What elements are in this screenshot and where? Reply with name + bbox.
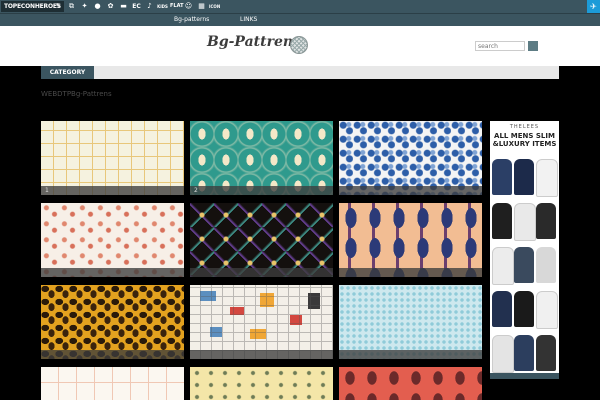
tile-caption-bar: 1 [41,186,184,195]
shirt-image [514,203,536,241]
nav-bg-patterns[interactable]: Bg-patterns [174,14,209,26]
sub-nav: Bg-patterns LINKS [0,13,600,26]
shirt-image [536,203,556,239]
copy-icon[interactable]: ⧉ [66,1,77,12]
shirt-image [536,247,556,283]
pattern-tile[interactable]: 1 [41,121,184,195]
ad-line-1: ALL MENS SLIM [494,132,555,140]
search-input[interactable] [475,41,525,51]
pattern-tile[interactable] [190,203,333,277]
top-icons: ✎ ⧉ ✦ ● ✿ ▬ EC ♪ KIDS FLAT ☺ ▦ ICON [53,0,221,13]
tile-lines [190,285,333,359]
nav-links[interactable]: LINKS [240,14,257,26]
pattern-tile[interactable]: 2 [190,121,333,195]
shirt-image [536,159,558,197]
shirt-image [514,159,534,195]
pattern-tile[interactable] [41,203,184,277]
ad-header: THELEES ALL MENS SLIM &LUXURY ITEMS [490,121,559,159]
chat-icon[interactable]: ● [92,1,103,12]
tile-caption-bar [339,350,482,359]
flower-icon[interactable]: ✿ [105,1,116,12]
header: Bg-Pattrens [0,26,600,66]
pattern-tile[interactable] [41,367,184,400]
pattern-tile[interactable] [339,121,482,195]
shirt-image [492,203,512,239]
pattern-tile[interactable] [339,367,482,400]
shirt-image [492,159,512,195]
pattern-tile[interactable] [190,285,333,359]
pattern-tile[interactable] [339,203,482,277]
figure-icon[interactable]: ✦ [79,1,90,12]
shirt-image [536,335,556,371]
ad-brand: THELEES [509,124,540,130]
shirt-image [514,335,534,371]
top-bar: TOPECONHEROES ✎ ⧉ ✦ ● ✿ ▬ EC ♪ KIDS FLAT… [0,0,600,13]
tile-caption-bar [339,186,482,195]
shirt-image [536,291,558,329]
ad-footer [490,373,559,379]
flat-icon[interactable]: FLAT [170,1,184,12]
shirt-image [514,291,534,327]
smiley-icon[interactable]: ☺ [183,1,194,12]
icon-text-icon[interactable]: ICON [209,1,220,12]
tile-number: 2 [194,187,198,194]
pattern-tile[interactable] [190,367,333,400]
ad-line-2: &LUXURY ITEMS [492,140,557,148]
category-bar: CATEGORY [41,66,559,79]
pattern-tile[interactable] [41,285,184,359]
tile-caption-bar [190,268,333,277]
music-icon[interactable]: ♪ [144,1,155,12]
breadcrumb[interactable]: WEBDTPBg-Pattrens [41,90,112,98]
tile-caption-bar: 2 [190,186,333,195]
tile-number: 1 [45,187,49,194]
site-logo[interactable]: Bg-Pattrens [207,34,301,50]
side-ad[interactable]: THELEES ALL MENS SLIM &LUXURY ITEMS [490,121,559,379]
car-icon[interactable]: ▬ [118,1,129,12]
shirt-image [492,247,514,285]
ec-icon[interactable]: EC [131,1,142,12]
search-button[interactable] [528,41,538,51]
pattern-tile[interactable] [339,285,482,359]
tile-caption-bar [339,268,482,277]
kids-icon[interactable]: KIDS [157,1,168,12]
tile-caption-bar [190,350,333,359]
tile-caption-bar [41,350,184,359]
twitter-icon[interactable]: ✈ [587,0,600,13]
category-tab[interactable]: CATEGORY [41,66,94,79]
shirt-image [492,335,514,373]
shirt-image [514,247,534,283]
tile-caption-bar [41,268,184,277]
box-icon[interactable]: ▦ [196,1,207,12]
brush-icon[interactable]: ✎ [53,1,64,12]
shirt-image [492,291,512,327]
logo-ball-icon [290,36,308,54]
